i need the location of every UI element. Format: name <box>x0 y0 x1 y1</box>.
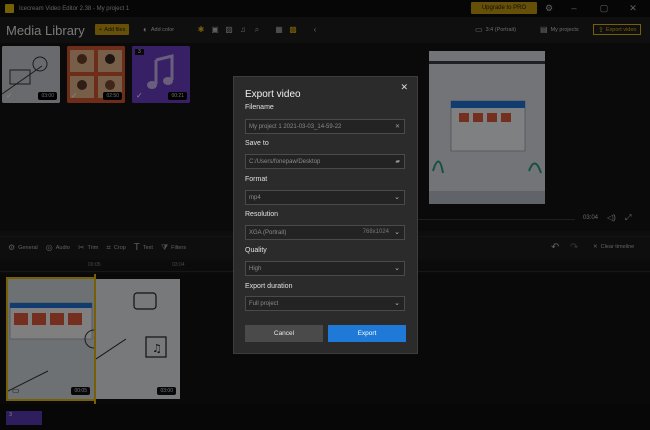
dialog-title: Export video <box>245 89 301 100</box>
resolution-value: XGA (Portrait) <box>249 229 287 236</box>
export-button[interactable]: Export <box>328 325 406 342</box>
resolution-size: 768x1024 <box>362 229 389 235</box>
saveto-field[interactable]: C:/Users/fonepaw/Desktop ▰ <box>245 154 405 169</box>
cancel-button[interactable]: Cancel <box>245 325 323 342</box>
export-duration-label: Export duration <box>245 283 293 290</box>
resolution-select[interactable]: XGA (Portrait) 768x1024 ⌄ <box>245 225 405 240</box>
close-icon[interactable]: ✕ <box>400 82 408 93</box>
format-value: mp4 <box>249 194 261 201</box>
export-duration-value: Full project <box>249 300 279 307</box>
quality-select[interactable]: High ⌄ <box>245 261 405 276</box>
chevron-down-icon: ⌄ <box>394 229 400 236</box>
quality-label: Quality <box>245 247 267 254</box>
app-window: Icecream Video Editor 2.38 - My project … <box>0 0 650 430</box>
filename-label: Filename <box>245 104 274 111</box>
filename-field[interactable]: My project 1 2021-03-03_14-59-22 ✕ <box>245 119 405 134</box>
chevron-down-icon: ⌄ <box>394 265 400 272</box>
format-select[interactable]: mp4 ⌄ <box>245 190 405 205</box>
filename-value: My project 1 2021-03-03_14-59-22 <box>249 123 342 130</box>
resolution-label: Resolution <box>245 211 279 218</box>
chevron-down-icon: ⌄ <box>394 300 400 307</box>
clear-field-icon[interactable]: ✕ <box>395 123 400 130</box>
folder-browse-icon[interactable]: ▰ <box>395 158 400 165</box>
export-dialog: Export video ✕ Filename My project 1 202… <box>233 76 418 354</box>
format-label: Format <box>245 176 268 183</box>
export-duration-select[interactable]: Full project ⌄ <box>245 296 405 311</box>
saveto-value: C:/Users/fonepaw/Desktop <box>249 158 321 165</box>
chevron-down-icon: ⌄ <box>394 194 400 201</box>
saveto-label: Save to <box>245 140 269 147</box>
quality-value: High <box>249 265 262 272</box>
